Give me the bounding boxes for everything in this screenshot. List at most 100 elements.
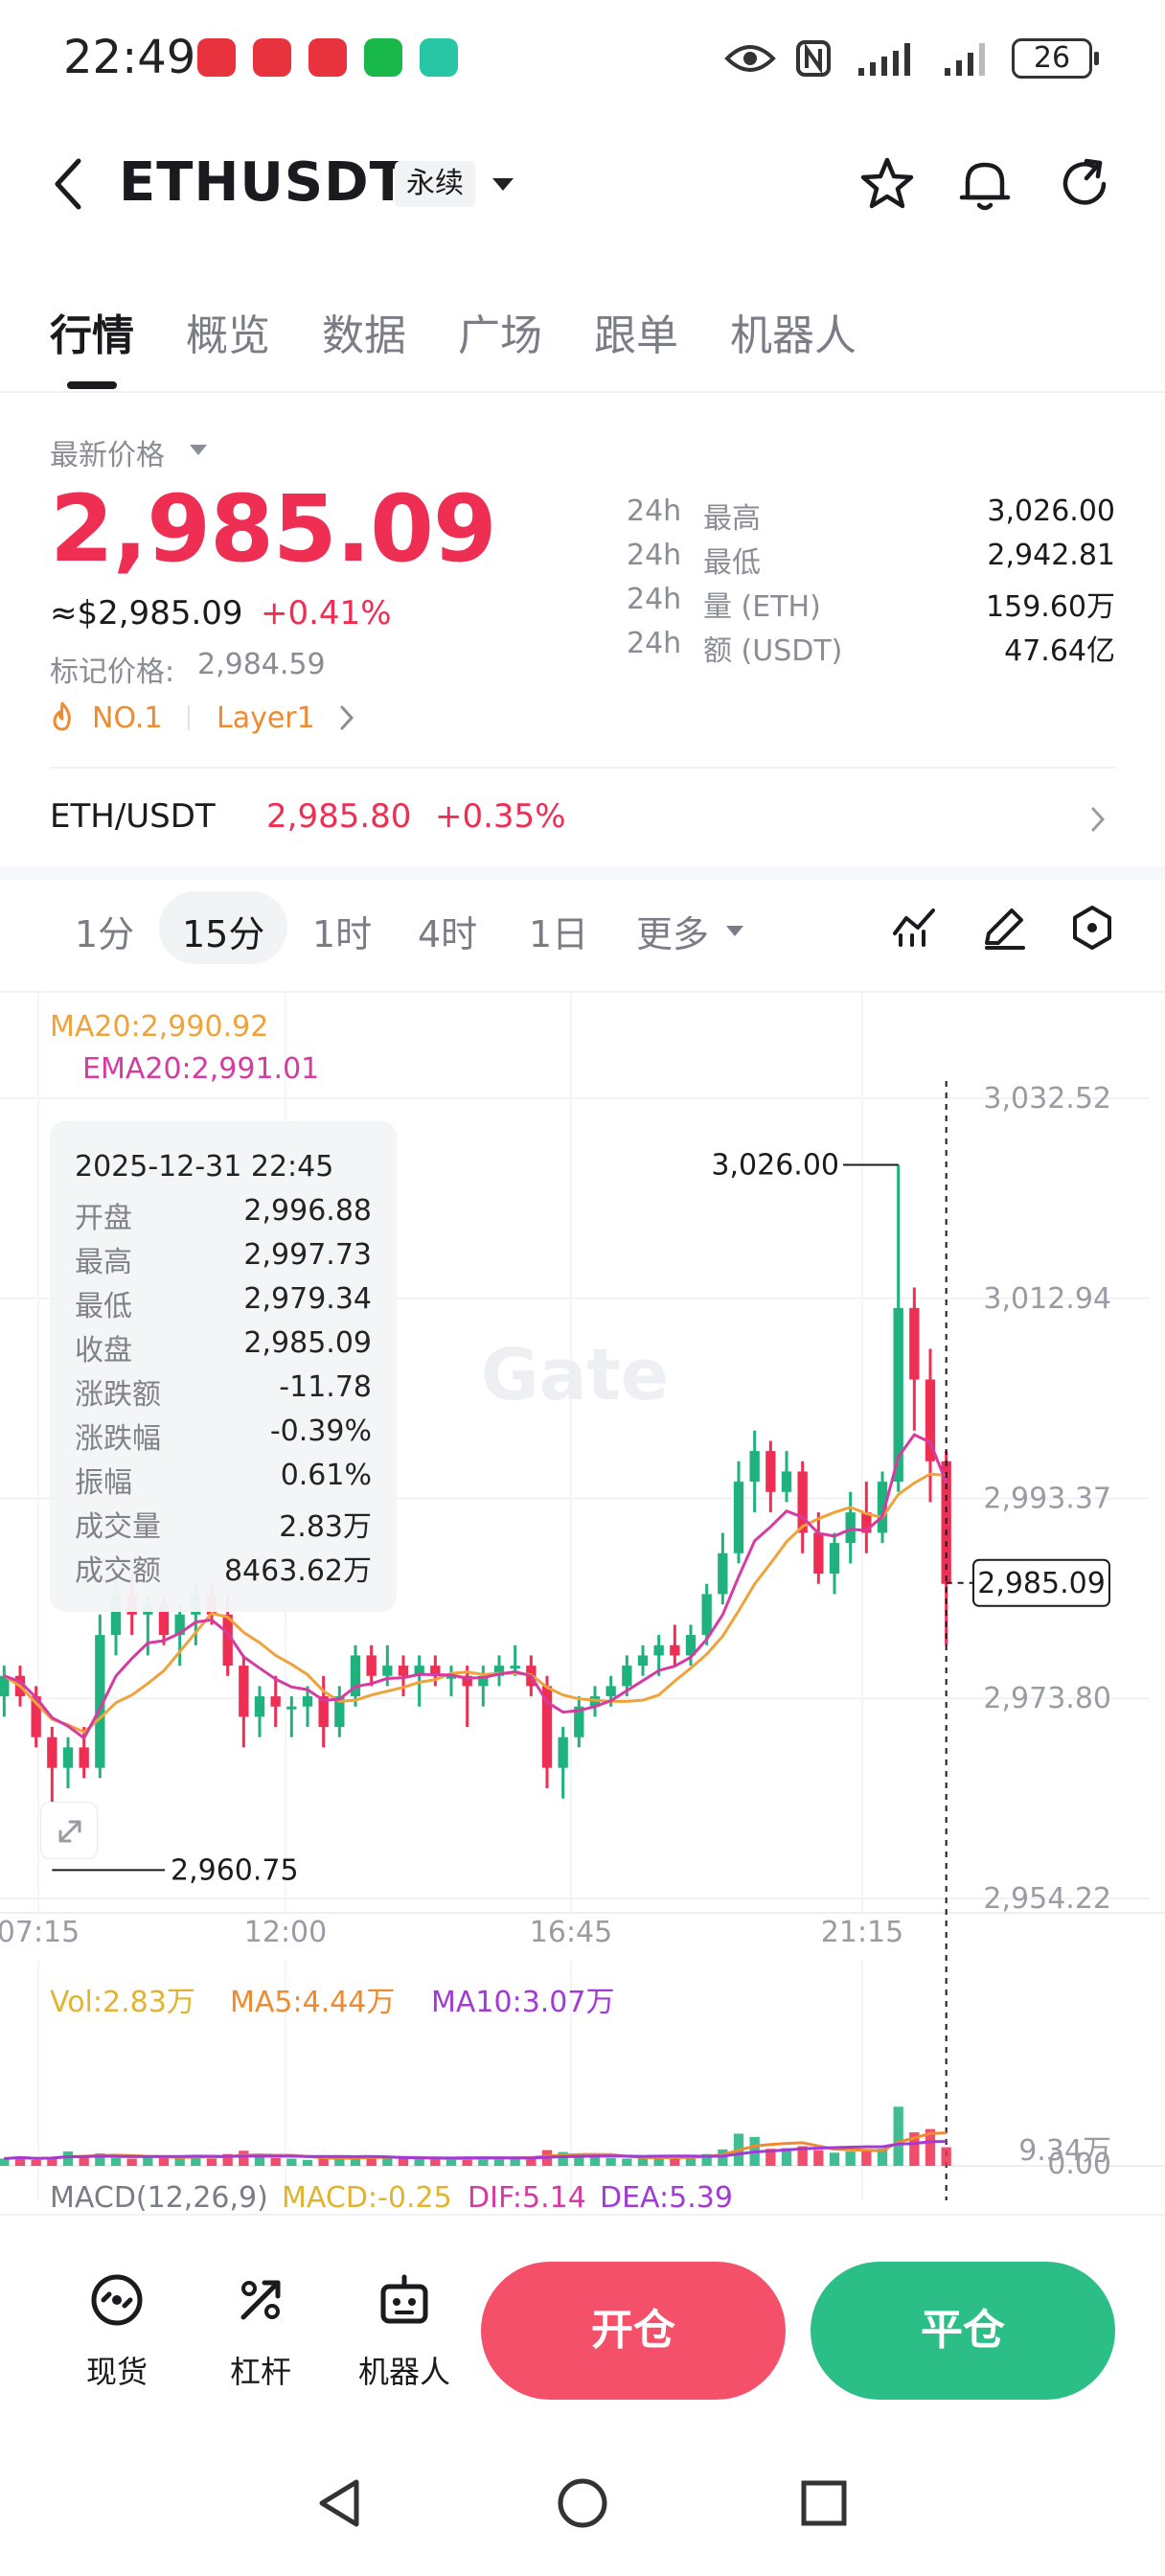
leverage-icon <box>240 2280 281 2320</box>
stat-value: 2,942.81 <box>987 539 1115 572</box>
candle-body <box>637 1655 649 1667</box>
draw-pen-icon[interactable] <box>981 907 1027 951</box>
volume-bar <box>206 2158 217 2166</box>
volume-bar <box>622 2158 632 2166</box>
price-axis-label: 2,973.80 <box>983 1682 1111 1715</box>
candle-body <box>47 1736 57 1768</box>
volume-bar <box>382 2157 393 2166</box>
last-price: 2,985.09 <box>50 475 497 583</box>
spot-action[interactable]: 现货 <box>59 2271 174 2392</box>
interval-1m[interactable]: 1分 <box>75 905 134 957</box>
expand-chart-button[interactable] <box>40 1802 98 1859</box>
volume-bar <box>845 2150 856 2166</box>
candle-body <box>733 1482 744 1553</box>
signal-icon <box>945 43 985 76</box>
tooltip-row: 最高 2,997.73 <box>75 1238 372 1279</box>
rank-badge[interactable]: NO.1 <box>92 702 162 735</box>
price-type-label[interactable]: 最新价格 <box>50 431 165 473</box>
stat-period: 24h <box>627 539 682 572</box>
indicator-icon[interactable] <box>891 907 937 949</box>
stat-label: 量 (ETH) <box>703 590 821 624</box>
candle-body <box>909 1307 920 1380</box>
volume-bar <box>174 2157 185 2166</box>
eye-icon <box>724 45 776 72</box>
section-gap <box>0 866 1165 880</box>
volume-bar <box>414 2159 424 2166</box>
time-axis-label: 21:15 <box>821 1916 903 1949</box>
chevron-down-icon[interactable] <box>190 445 207 455</box>
back-icon[interactable] <box>50 157 88 211</box>
divider <box>188 705 190 730</box>
spot-icon <box>91 2274 143 2326</box>
open-position-button[interactable]: 开仓 <box>481 2262 786 2400</box>
nav-home-icon[interactable] <box>554 2474 611 2532</box>
leverage-action[interactable]: 杠杆 <box>203 2271 318 2392</box>
candle-body <box>382 1666 393 1676</box>
chevron-down-icon[interactable] <box>726 926 743 936</box>
chevron-right-icon[interactable] <box>337 703 356 732</box>
high-marker-label: 3,026.00 <box>711 1149 839 1183</box>
candle-body <box>302 1696 313 1707</box>
candle-body <box>845 1512 856 1544</box>
vol-ma10-legend: MA10:3.07万 <box>431 1986 615 2019</box>
interval-15m[interactable]: 15分 <box>182 905 264 957</box>
star-icon[interactable] <box>858 155 916 213</box>
tooltip-row: 成交量 2.83万 <box>75 1510 372 1544</box>
share-icon[interactable] <box>1058 155 1115 213</box>
volume-bar <box>861 2150 872 2166</box>
status-bar: 22:49 26 <box>0 0 1165 115</box>
stat-value: 3,026.00 <box>987 494 1115 528</box>
spot-price-row[interactable]: ETH/USDT 2,985.80 +0.35% <box>0 776 1165 862</box>
stat-24h-volume: 24h 量 (ETH) 159.60万 <box>627 583 1115 625</box>
volume-bar <box>941 2147 951 2166</box>
spot-label: 现货 <box>85 2354 148 2390</box>
low-marker-label: 2,960.75 <box>171 1853 299 1887</box>
candle-body <box>62 1747 74 1768</box>
nav-back-icon[interactable] <box>312 2474 370 2532</box>
tab-data[interactable]: 数据 <box>322 301 406 362</box>
interval-more[interactable]: 更多 <box>636 905 709 957</box>
chevron-down-icon[interactable] <box>492 178 514 191</box>
stat-24h-low: 24h 最低 2,942.81 <box>627 539 1115 581</box>
robot-action[interactable]: 机器人 <box>347 2271 462 2392</box>
tooltip-row: 开盘 2,996.88 <box>75 1194 372 1235</box>
flame-icon <box>53 702 71 731</box>
volume-bar <box>239 2150 249 2166</box>
huawei-app-icon <box>253 38 291 77</box>
tooltip-datetime: 2025-12-31 22:45 <box>75 1150 334 1184</box>
sector-tag[interactable]: Layer1 <box>217 702 315 735</box>
ma20-legend: MA20:2,990.92 <box>50 1010 269 1044</box>
candle-body <box>605 1686 616 1697</box>
chart-settings-icon[interactable] <box>1069 905 1115 951</box>
volume-bar <box>813 2150 824 2166</box>
tab-square[interactable]: 广场 <box>458 301 542 362</box>
candle-body <box>701 1594 712 1636</box>
candle-body <box>558 1736 568 1768</box>
contract-type-badge[interactable]: 永续 <box>395 161 475 207</box>
tab-market[interactable]: 行情 <box>50 301 134 362</box>
stat-value: 159.60万 <box>986 590 1115 624</box>
volume-bar <box>158 2157 170 2166</box>
tab-robot[interactable]: 机器人 <box>730 301 857 362</box>
candle-body <box>813 1532 824 1575</box>
bell-icon[interactable] <box>956 155 1014 215</box>
tab-overview[interactable]: 概览 <box>186 301 270 362</box>
stat-period: 24h <box>627 627 682 660</box>
tab-copy-trading[interactable]: 跟单 <box>594 301 678 362</box>
volume-bars <box>0 2106 951 2166</box>
tooltip-row: 最低 2,979.34 <box>75 1282 372 1323</box>
volume-bar <box>270 2157 281 2166</box>
interval-4h[interactable]: 4时 <box>418 905 477 957</box>
close-position-button[interactable]: 平仓 <box>811 2262 1115 2400</box>
interval-1h[interactable]: 1时 <box>312 905 372 957</box>
interval-1d[interactable]: 1日 <box>529 905 588 957</box>
mark-price-value: 2,984.59 <box>197 648 326 681</box>
nav-recents-icon[interactable] <box>795 2474 853 2532</box>
mark-price-label: 标记价格: <box>50 656 175 689</box>
volume-bar <box>62 2150 74 2166</box>
chevron-right-icon <box>1091 807 1106 832</box>
volume-bar <box>893 2106 903 2166</box>
tooltip-row: 成交额 8463.62万 <box>75 1554 372 1588</box>
volume-bar <box>829 2152 840 2166</box>
robot-icon <box>380 2274 428 2324</box>
